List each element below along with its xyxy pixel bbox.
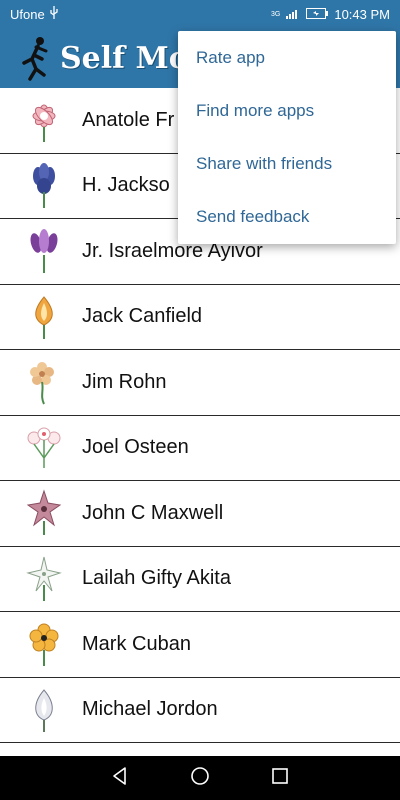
status-right: 3G 10:43 PM [271, 7, 390, 22]
back-icon[interactable] [110, 766, 130, 791]
menu-item-rate-app[interactable]: Rate app [178, 31, 396, 84]
menu-item-send-feedback[interactable]: Send feedback [178, 190, 396, 243]
pink-star-flower-icon [22, 489, 66, 537]
status-left: Ufone [10, 6, 59, 22]
list-item[interactable]: Jack Canfield [0, 285, 400, 350]
white-blossom-icon [22, 424, 66, 472]
list-item[interactable]: Joel Osteen [0, 416, 400, 481]
list-item[interactable]: Jim Rohn [0, 350, 400, 416]
network-label: 3G [271, 10, 281, 18]
author-name: Jack Canfield [82, 305, 203, 328]
blue-iris-icon [22, 162, 66, 210]
list-item[interactable]: Michael Jordon [0, 678, 400, 743]
recents-icon[interactable] [270, 766, 290, 791]
purple-iris-icon [22, 227, 66, 275]
signal-icon [286, 7, 300, 22]
battery-icon [306, 7, 329, 22]
clock: 10:43 PM [334, 6, 390, 22]
menu-item-find-more-apps[interactable]: Find more apps [178, 84, 396, 137]
status-bar: Ufone 3G 10:43 PM [0, 0, 400, 28]
author-name: Lailah Gifty Akita [82, 567, 231, 590]
author-name: Jim Rohn [82, 370, 167, 393]
white-star-flower-icon [22, 555, 66, 603]
menu-item-share-with-friends[interactable]: Share with friends [178, 137, 396, 190]
yellow-flower-icon [22, 620, 66, 668]
author-name: Michael Jordon [82, 698, 218, 721]
peach-flower-icon [22, 358, 66, 406]
runner-icon [14, 35, 54, 81]
list-item[interactable]: Lailah Gifty Akita [0, 547, 400, 612]
system-nav-bar [0, 756, 400, 800]
author-name: H. Jackso [82, 174, 170, 197]
orange-bud-icon [22, 293, 66, 341]
overflow-menu: Rate app Find more apps Share with frien… [178, 31, 396, 244]
list-item[interactable]: Mark Cuban [0, 612, 400, 678]
list-item[interactable]: John C Maxwell [0, 481, 400, 547]
pink-flower-icon [22, 96, 66, 144]
home-icon[interactable] [190, 766, 210, 791]
carrier-label: Ufone [10, 6, 45, 22]
author-name: John C Maxwell [82, 501, 224, 524]
author-name: Anatole Fr [82, 108, 175, 131]
author-name: Mark Cuban [82, 632, 191, 655]
author-name: Joel Osteen [82, 436, 189, 459]
usb-icon [49, 6, 59, 22]
silver-bud-icon [22, 686, 66, 734]
